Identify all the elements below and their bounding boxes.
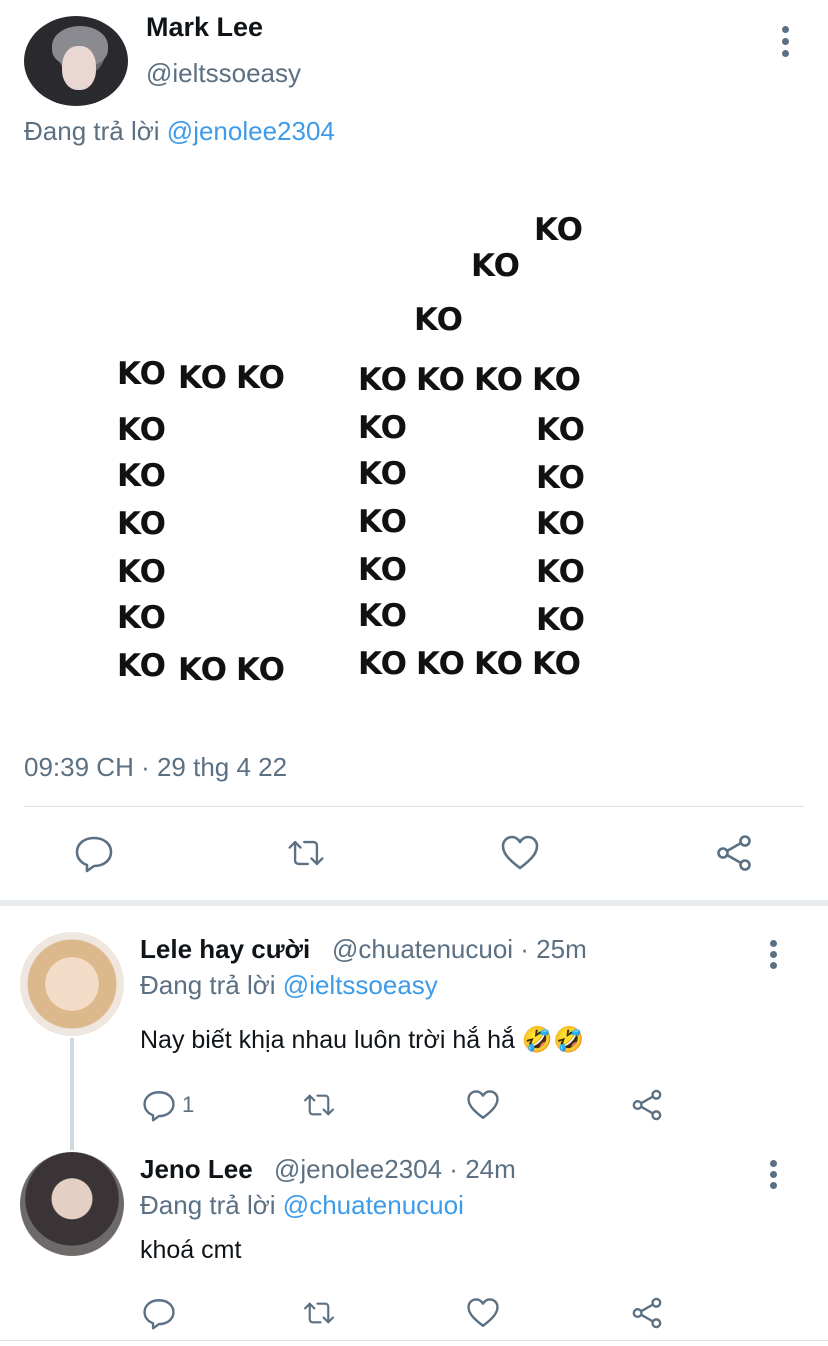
like-button[interactable] [466,1082,500,1128]
more-options-icon[interactable] [770,18,800,58]
main-tweet: Mark Lee @ieltssoeasy Đang trả lời @jeno… [0,0,828,900]
speech-bubble-icon [143,1091,175,1122]
share-button[interactable] [630,1082,664,1128]
ko-text: KO [178,360,227,396]
reply-handle-time: @jenolee2304 · 24m [274,1154,516,1184]
replying-to-line: Đang trả lời @jenolee2304 [24,116,335,147]
reply-button[interactable]: 1 [142,1082,194,1128]
ko-text: KO [471,248,520,284]
replying-prefix: Đang trả lời [140,1190,276,1220]
replying-prefix: Đang trả lời [140,970,276,1000]
ko-text: KO [532,362,581,398]
speech-bubble-icon [75,836,113,873]
like-button[interactable] [500,830,540,876]
ko-text: KO [416,646,465,682]
share-button[interactable] [714,830,754,876]
replying-to-line: Đang trả lời @chuatenucuoi [140,1190,464,1221]
retweet-arrows-icon [288,840,324,866]
divider [24,806,804,807]
like-button[interactable] [466,1290,500,1336]
share-nodes-icon [717,835,751,871]
author-avatar[interactable] [24,16,128,106]
ko-text: KO [474,362,523,398]
ko-text: KO [236,360,285,396]
thread-connector [70,1038,74,1150]
ko-text: KO [117,412,166,448]
ko-text: KO [536,554,585,590]
ko-text: KO [358,598,407,634]
ko-text: KO [236,652,285,688]
ko-text: KO [532,646,581,682]
tweet-image[interactable]: KO KO KO KO KO KO KO KO KO KO KO KO KO K… [90,190,630,700]
ko-text: KO [117,356,166,392]
share-button[interactable] [630,1290,664,1336]
ko-text: KO [358,504,407,540]
reply-author-name[interactable]: Lele hay cười [140,934,310,965]
reply-count: 1 [182,1092,195,1117]
ko-text: KO [117,648,166,684]
tweet-actions [0,830,828,880]
ko-text: KO [536,460,585,496]
ko-text: KO [534,212,583,248]
heart-icon [467,1298,499,1327]
more-options-icon[interactable] [760,1156,788,1192]
ko-text: KO [117,600,166,636]
ko-text: KO [358,552,407,588]
share-nodes-icon [632,1297,662,1329]
ko-text: KO [358,456,407,492]
reply-handle-time: @chuatenucuoi · 25m [332,934,587,964]
ko-text: KO [536,412,585,448]
ko-text: KO [474,646,523,682]
reply-text: Nay biết khịa nhau luôn trời hắ hắ 🤣🤣 [140,1026,585,1054]
more-options-icon[interactable] [760,936,788,972]
reply-button[interactable] [142,1290,176,1336]
share-nodes-icon [632,1089,662,1121]
retweet-arrows-icon [304,1302,334,1324]
divider [0,1340,828,1341]
ko-text: KO [117,554,166,590]
ko-text: KO [358,410,407,446]
replying-to-line: Đang trả lời @ieltssoeasy [140,970,438,1001]
retweet-button[interactable] [302,1290,336,1336]
ko-text: KO [536,506,585,542]
ko-text: KO [117,506,166,542]
ko-text: KO [117,458,166,494]
ko-text: KO [536,602,585,638]
ko-text: KO [416,362,465,398]
tweet-timestamp[interactable]: 09:39 CH · 29 thg 4 22 [24,752,287,783]
reply-author-avatar[interactable] [20,932,124,1036]
replying-to-mention[interactable]: @jenolee2304 [167,116,335,146]
retweet-button[interactable] [302,1082,336,1128]
ko-text: KO [414,302,463,338]
ko-text: KO [358,646,407,682]
heart-icon [501,835,539,870]
speech-bubble-icon [143,1299,175,1330]
ko-text: KO [358,362,407,398]
author-name[interactable]: Mark Lee [146,12,263,43]
heart-icon [467,1090,499,1119]
reply-text: khoá cmt [140,1236,242,1264]
reply-author-avatar[interactable] [20,1152,124,1256]
replying-prefix: Đang trả lời [24,116,160,146]
retweet-arrows-icon [304,1094,334,1116]
section-separator [0,900,828,906]
reply-author-name[interactable]: Jeno Lee [140,1154,253,1185]
author-handle[interactable]: @ieltssoeasy [146,58,301,89]
ko-text: KO [178,652,227,688]
reply-button[interactable] [74,830,114,876]
retweet-button[interactable] [286,830,326,876]
replying-to-mention[interactable]: @chuatenucuoi [283,1190,464,1220]
replying-to-mention[interactable]: @ieltssoeasy [283,970,438,1000]
